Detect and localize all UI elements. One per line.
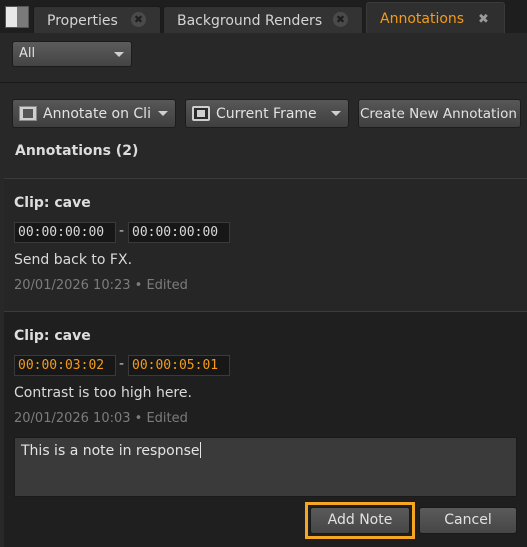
timecode-out[interactable]: 00:00:05:01 [128, 355, 230, 376]
close-icon[interactable]: ✖ [476, 12, 491, 27]
pane-handle-icon[interactable] [5, 6, 29, 28]
annotate-on-label: Annotate on Cli [43, 106, 151, 122]
create-new-annotation-label: Create New Annotation [360, 106, 517, 122]
current-frame-label: Current Frame [216, 106, 317, 122]
create-new-annotation-button[interactable]: Create New Annotation [358, 99, 521, 128]
reply-text: This is a note in response [21, 443, 200, 459]
timecode-in[interactable]: 00:00:03:02 [14, 355, 116, 376]
filter-dropdown[interactable]: All [12, 41, 132, 67]
annotations-panel: Properties ✖ Background Renders ✖ Annota… [0, 0, 527, 547]
tab-bar: Properties ✖ Background Renders ✖ Annota… [0, 0, 527, 33]
current-frame-dropdown[interactable]: Current Frame [185, 99, 349, 128]
tab-label: Annotations [380, 11, 465, 27]
chevron-down-icon [331, 111, 341, 116]
tab-properties[interactable]: Properties ✖ [33, 6, 161, 33]
annotation-text: Send back to FX. [14, 252, 133, 268]
tab-annotations[interactable]: Annotations ✖ [366, 2, 505, 33]
annotation-meta: 20/01/2026 10:23 • Edited [14, 278, 188, 293]
text-cursor [199, 442, 201, 458]
filter-dropdown-value: All [19, 46, 36, 61]
divider [0, 82, 527, 83]
clip-title: Clip: cave [14, 328, 91, 344]
tab-label: Background Renders [177, 13, 323, 29]
clip-title: Clip: cave [14, 195, 91, 211]
chevron-down-icon [114, 52, 124, 57]
annotation-meta: 20/01/2026 10:03 • Edited [14, 411, 188, 426]
cancel-button[interactable]: Cancel [419, 507, 517, 534]
annotation-card-selected[interactable]: Clip: cave 00:00:03:02 - 00:00:05:01 Con… [4, 311, 527, 547]
timecode-separator: - [119, 356, 125, 372]
tab-background-renders[interactable]: Background Renders ✖ [163, 6, 363, 33]
timecode-separator: - [119, 223, 125, 239]
close-icon[interactable]: ✖ [131, 12, 146, 27]
timecode-in[interactable]: 00:00:00:00 [14, 222, 116, 243]
annotations-count-header: Annotations (2) [15, 143, 139, 159]
close-icon[interactable]: ✖ [333, 12, 348, 27]
reply-textarea[interactable]: This is a note in response [14, 437, 517, 497]
frame-icon [192, 106, 210, 121]
tab-label: Properties [47, 13, 118, 29]
annotate-on-clip-dropdown[interactable]: Annotate on Cli [12, 99, 176, 128]
timecode-out[interactable]: 00:00:00:00 [128, 222, 230, 243]
annotation-card[interactable]: Clip: cave 00:00:00:00 - 00:00:00:00 Sen… [4, 178, 527, 310]
film-clip-icon [19, 106, 37, 121]
add-note-button[interactable]: Add Note [310, 507, 410, 534]
chevron-down-icon [158, 111, 168, 116]
annotation-text: Contrast is too high here. [14, 385, 192, 401]
